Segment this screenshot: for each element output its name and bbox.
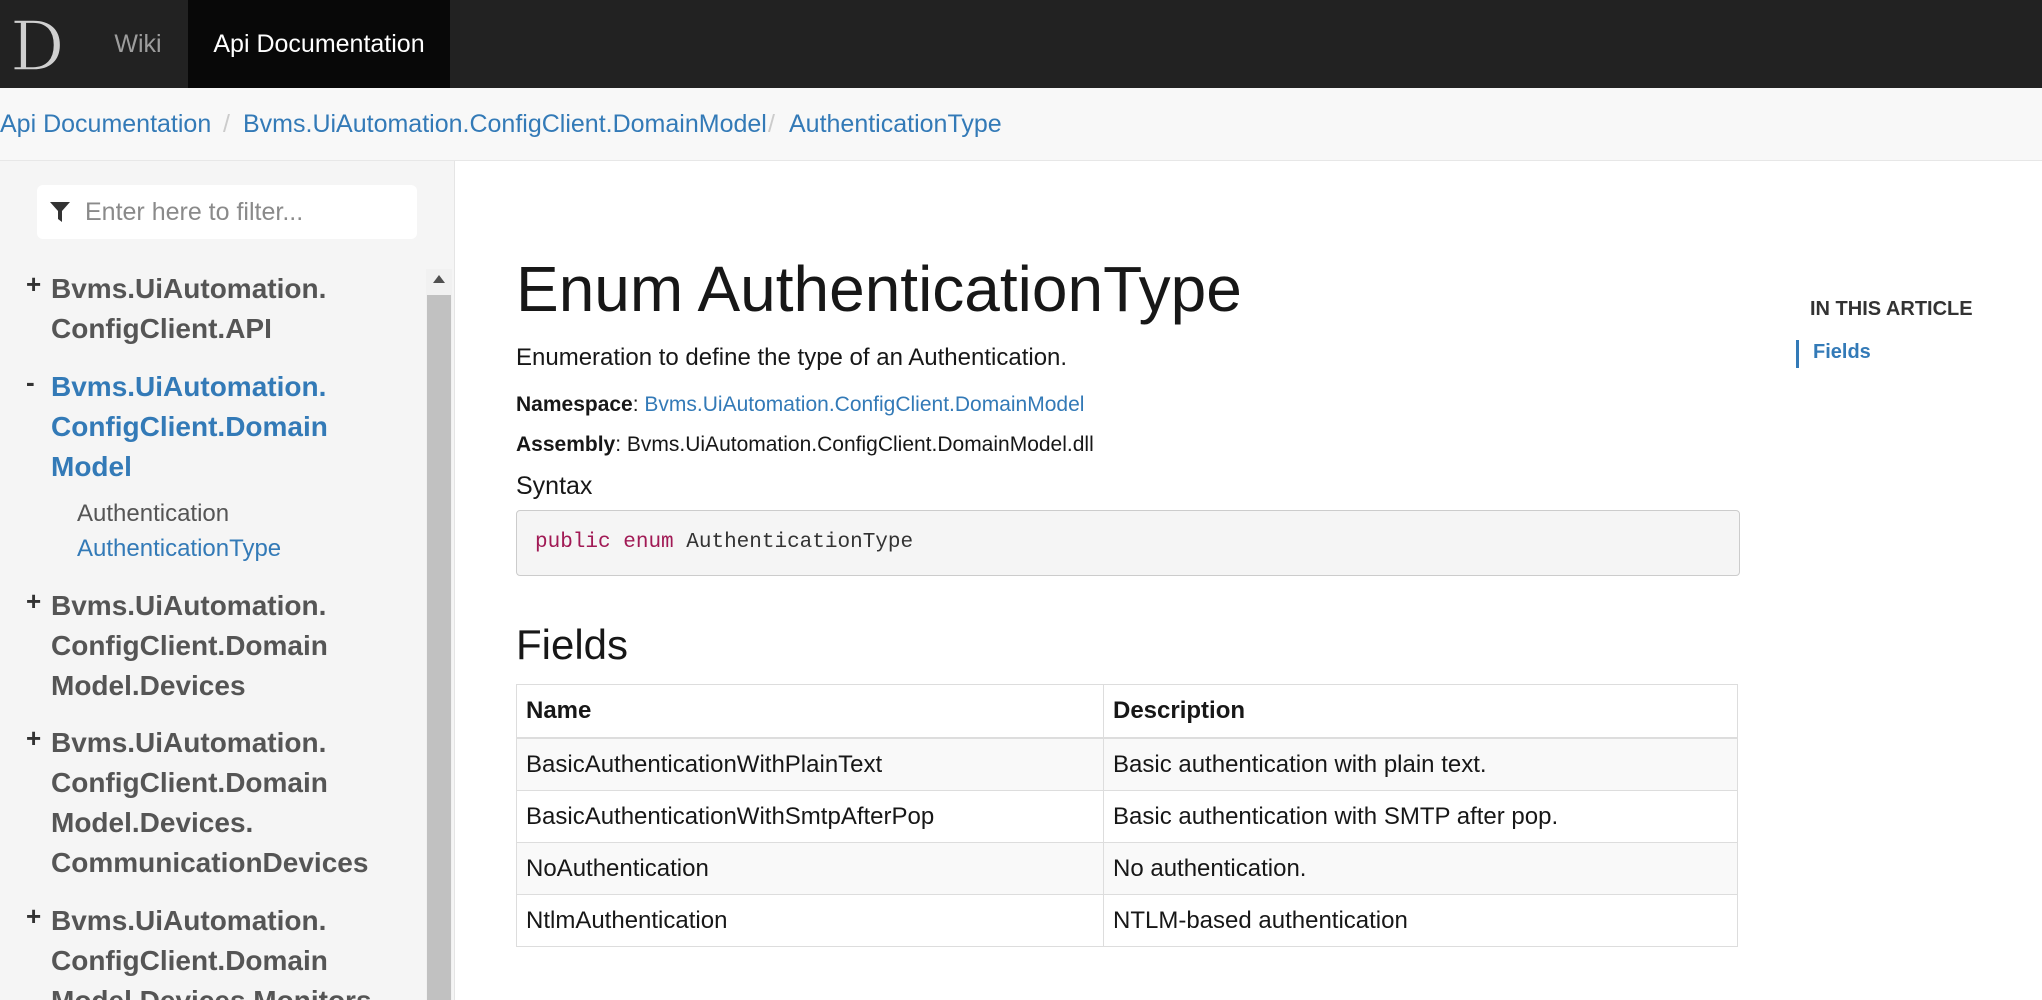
scrollbar-thumb[interactable] — [427, 295, 451, 1000]
article-summary: Enumeration to define the type of an Aut… — [516, 344, 1068, 371]
affix-link-fields[interactable]: Fields — [1813, 341, 1871, 364]
scroll-up-arrow-icon[interactable] — [433, 275, 445, 283]
field-description-cell: NTLM-based authentication — [1103, 894, 1738, 947]
breadcrumb-separator: / — [223, 110, 230, 138]
fields-table: Name Description BasicAuthenticationWith… — [516, 684, 1738, 947]
field-description-cell: Basic authentication with SMTP after pop… — [1103, 790, 1738, 843]
field-name-cell: NoAuthentication — [516, 842, 1104, 895]
assembly-label: Assembly — [516, 433, 616, 456]
expand-toggle[interactable]: + — [26, 586, 41, 617]
fields-heading: Fields — [516, 621, 629, 668]
toc-label-line: Model.Devices — [51, 670, 246, 701]
column-header-description: Description — [1103, 684, 1738, 739]
table-row: NtlmAuthentication NTLM-based authentica… — [516, 894, 1738, 947]
nav-api-documentation[interactable]: Api Documentation — [188, 0, 450, 88]
toc-item-label[interactable]: Bvms.UiAutomation. ConfigClient.Domain M… — [51, 586, 391, 706]
toc-label-line: CommunicationDevices — [51, 847, 369, 878]
toc-item-devices[interactable]: + Bvms.UiAutomation. ConfigClient.Domain… — [0, 586, 420, 706]
breadcrumb-item-api-documentation[interactable]: Api Documentation — [0, 110, 211, 139]
toc-label-line: ConfigClient.API — [51, 313, 272, 344]
breadcrumb-item-namespace[interactable]: Bvms.UiAutomation.ConfigClient.DomainMod… — [243, 110, 767, 139]
toc-label-line: Bvms.UiAutomation. — [51, 273, 327, 304]
table-row: BasicAuthenticationWithPlainText Basic a… — [516, 737, 1738, 791]
toc-label-line: Bvms.UiAutomation. — [51, 727, 327, 758]
nav-wiki[interactable]: Wiki — [94, 0, 182, 88]
table-header-row: Name Description — [516, 684, 1738, 739]
field-name-cell: NtlmAuthentication — [516, 894, 1104, 947]
toc-item-domainmodel[interactable]: - Bvms.UiAutomation. ConfigClient.Domain… — [0, 367, 420, 487]
namespace-line: Namespace: Bvms.UiAutomation.ConfigClien… — [516, 393, 1084, 417]
field-name-cell: BasicAuthenticationWithPlainText — [516, 737, 1104, 791]
docfx-logo-icon[interactable]: D — [8, 12, 74, 76]
code-type-name: AuthenticationType — [686, 531, 914, 554]
filter-icon — [50, 202, 70, 222]
code-keyword: enum — [623, 531, 674, 554]
in-this-article-heading: IN THIS ARTICLE — [1810, 298, 1973, 320]
toc-label-line: ConfigClient.Domain — [51, 767, 328, 798]
toc-label-line: ConfigClient.Domain — [51, 411, 328, 442]
toc-item-label[interactable]: Bvms.UiAutomation. ConfigClient.Domain M… — [51, 901, 391, 1000]
syntax-heading: Syntax — [516, 472, 593, 500]
toc-label-line: Model — [51, 451, 132, 482]
colon: : — [615, 433, 627, 456]
toc-label-line: Model.Devices. — [51, 807, 254, 838]
breadcrumb-item-authenticationtype[interactable]: AuthenticationType — [789, 110, 1002, 139]
toc-label-line: Bvms.UiAutomation. — [51, 371, 327, 402]
toc-label-line: ConfigClient.Domain — [51, 945, 328, 976]
code-declaration: public enum AuthenticationType — [535, 531, 913, 554]
toc-subitem-authenticationtype[interactable]: AuthenticationType — [77, 535, 281, 563]
collapse-toggle[interactable]: - — [26, 367, 35, 398]
table-row: BasicAuthenticationWithSmtpAfterPop Basi… — [516, 790, 1738, 843]
toc-label-line: Bvms.UiAutomation. — [51, 590, 327, 621]
toc-subitem-authentication[interactable]: Authentication — [77, 500, 229, 528]
table-row: NoAuthentication No authentication. — [516, 842, 1738, 895]
colon: : — [632, 393, 645, 416]
expand-toggle[interactable]: + — [26, 901, 41, 932]
code-keyword: public — [535, 531, 611, 554]
breadcrumb: Api Documentation / Bvms.UiAutomation.Co… — [0, 88, 2042, 161]
page-title: Enum AuthenticationType — [516, 253, 1242, 325]
column-header-name: Name — [516, 684, 1104, 739]
syntax-code-block: public enum AuthenticationType — [516, 510, 1740, 576]
filter-box — [37, 185, 417, 239]
toc-item-label[interactable]: Bvms.UiAutomation. ConfigClient.API — [51, 269, 391, 349]
assembly-line: Assembly: Bvms.UiAutomation.ConfigClient… — [516, 433, 1094, 457]
toc-label-line: ConfigClient.Domain — [51, 630, 328, 661]
filter-input[interactable] — [81, 185, 415, 239]
sidebar-toc: + Bvms.UiAutomation. ConfigClient.API - … — [0, 161, 455, 1000]
assembly-value: Bvms.UiAutomation.ConfigClient.DomainMod… — [626, 433, 1094, 456]
breadcrumb-separator: / — [768, 110, 775, 138]
field-name-cell: BasicAuthenticationWithSmtpAfterPop — [516, 790, 1104, 843]
toc-label-line: Bvms.UiAutomation. — [51, 905, 327, 936]
affix-active-indicator — [1796, 340, 1799, 368]
field-description-cell: No authentication. — [1103, 842, 1738, 895]
toc-item-communicationdevices[interactable]: + Bvms.UiAutomation. ConfigClient.Domain… — [0, 723, 420, 883]
toc-item-label[interactable]: Bvms.UiAutomation. ConfigClient.Domain M… — [51, 367, 391, 487]
toc-item-monitors[interactable]: + Bvms.UiAutomation. ConfigClient.Domain… — [0, 901, 420, 1000]
toc-label-line: Model.Devices.Monitors — [51, 981, 391, 1000]
namespace-link[interactable]: Bvms.UiAutomation.ConfigClient.DomainMod… — [644, 393, 1084, 416]
field-description-cell: Basic authentication with plain text. — [1103, 737, 1738, 791]
toc-item-api[interactable]: + Bvms.UiAutomation. ConfigClient.API — [0, 269, 420, 349]
svg-text:D: D — [10, 12, 65, 76]
toc-item-label[interactable]: Bvms.UiAutomation. ConfigClient.Domain M… — [51, 723, 391, 883]
sidebar-scrollbar[interactable] — [426, 269, 452, 1000]
expand-toggle[interactable]: + — [26, 723, 41, 754]
expand-toggle[interactable]: + — [26, 269, 41, 300]
namespace-label: Namespace — [516, 393, 633, 416]
top-navbar: D Wiki Api Documentation — [0, 0, 2042, 88]
